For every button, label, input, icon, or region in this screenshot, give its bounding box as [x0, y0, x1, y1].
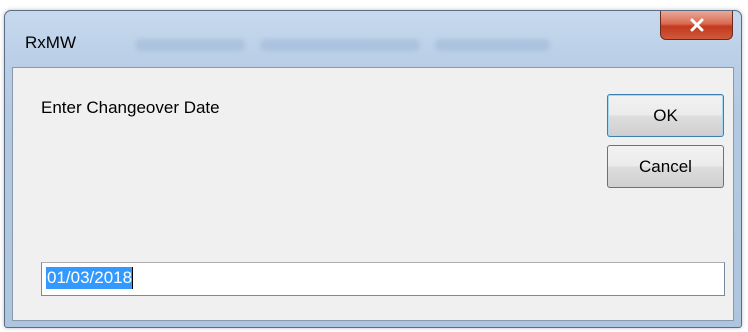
ok-button-label: OK — [653, 105, 678, 125]
ok-button[interactable]: OK — [607, 94, 724, 137]
dialog-window: RxMW Enter Changeover Date OK Cancel 01/… — [4, 10, 742, 328]
title-bar-blur — [260, 39, 420, 51]
date-input-value: 01/03/2018 — [46, 267, 134, 289]
close-button[interactable] — [660, 11, 733, 40]
title-bar[interactable]: RxMW — [5, 11, 741, 67]
close-icon — [690, 18, 704, 32]
title-bar-blur — [435, 39, 550, 51]
cancel-button-label: Cancel — [639, 156, 692, 176]
text-caret — [132, 267, 134, 289]
dialog-content: Enter Changeover Date OK Cancel 01/03/20… — [12, 67, 734, 321]
prompt-label: Enter Changeover Date — [41, 98, 220, 117]
cancel-button[interactable]: Cancel — [607, 145, 724, 188]
title-bar-blur — [135, 39, 245, 51]
window-title: RxMW — [25, 33, 76, 52]
date-input[interactable]: 01/03/2018 — [41, 262, 725, 296]
